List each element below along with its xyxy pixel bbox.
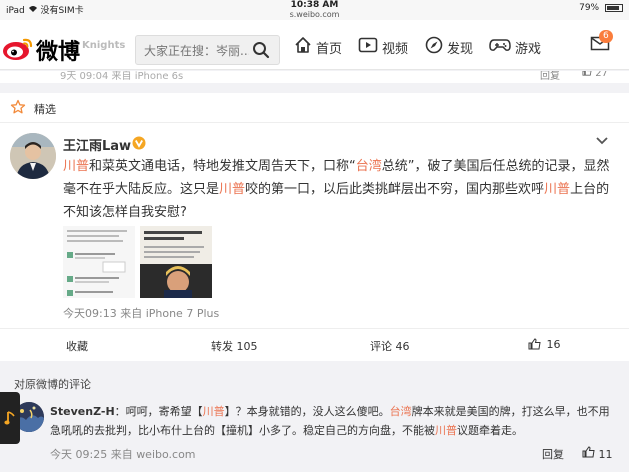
weibo-logo[interactable]: 微博 — [2, 34, 80, 66]
topic-link[interactable]: 川普 — [544, 182, 570, 197]
topic-link[interactable]: 台湾 — [390, 405, 412, 418]
like-button[interactable]: 16 — [528, 338, 561, 351]
comment-meta: 今天 09:25 来自 weibo.com — [50, 448, 196, 461]
home-icon — [294, 36, 316, 58]
previous-card-like-count: 27 — [595, 71, 608, 79]
nav-item-discover[interactable]: 发现 — [425, 36, 473, 58]
comments-header: 对原微博的评论 — [14, 378, 91, 391]
topic-link[interactable]: 川普 — [435, 424, 457, 437]
music-note-icon — [4, 410, 16, 430]
section-title: 精选 — [34, 103, 56, 116]
weibo-eye-icon — [2, 34, 34, 66]
discover-icon — [425, 36, 447, 58]
gamepad-icon — [489, 36, 515, 58]
comment-segment: ：呵呵，寄希望【 — [114, 405, 203, 418]
comment-segment: 】？本身就错的，没人这么傻吧。 — [224, 405, 390, 418]
repost-label: 转发 — [211, 340, 233, 353]
floating-music-button[interactable] — [0, 392, 20, 444]
comment-text: StevenZ-H：呵呵，寄希望【川普】？本身就错的，没人这么傻吧。台湾牌本来就… — [50, 402, 620, 440]
message-badge: 6 — [599, 30, 613, 43]
search-box — [135, 35, 280, 65]
clock: 10:38 AM — [290, 0, 339, 10]
star-icon — [10, 99, 26, 119]
repost-count: 105 — [236, 340, 258, 353]
status-bar: iPad 没有SIM卡 10:38 AM s.weibo.com 79% — [0, 0, 629, 20]
favorite-label: 收藏 — [66, 340, 88, 353]
battery-icon — [605, 3, 623, 12]
previous-card: 9天 09:04 来自 iPhone 6s 回复 27 — [0, 71, 629, 83]
comment-button[interactable]: 评论 46 — [370, 338, 410, 354]
post-text-segment: 和菜英文通电话，特地发推文周告天下，口称“ — [89, 159, 356, 174]
chevron-down-icon[interactable] — [595, 131, 609, 150]
comment-count: 46 — [395, 340, 410, 353]
nav-ghost-text: Knights — [82, 40, 126, 51]
search-icon[interactable] — [252, 41, 270, 63]
post-actions: 收藏 转发 105 评论 46 16 — [0, 328, 629, 361]
logo-text: 微博 — [36, 40, 81, 65]
comment-item: StevenZ-H：呵呵，寄希望【川普】？本身就错的，没人这么傻吧。台湾牌本来就… — [0, 394, 629, 472]
top-nav: 微博 Knights 首页 视频 发现 游戏 6 — [0, 20, 629, 70]
nav-label-games: 游戏 — [515, 41, 542, 57]
nav-label-video: 视频 — [382, 41, 409, 57]
vip-badge-icon — [132, 135, 146, 154]
favorite-button[interactable]: 收藏 — [66, 338, 88, 354]
topic-link[interactable]: 川普 — [219, 182, 245, 197]
comments-section: 对原微博的评论 StevenZ-H：呵呵，寄希望【川普】？本身就错的，没人这么傻… — [0, 361, 629, 472]
video-icon — [358, 36, 382, 58]
search-input[interactable] — [144, 41, 249, 61]
like-count: 16 — [546, 338, 561, 351]
section-header: 精选 — [0, 93, 629, 123]
page-url: s.weibo.com — [289, 10, 340, 19]
thumbs-up-icon — [582, 71, 595, 79]
message-button[interactable]: 6 — [590, 30, 613, 56]
topic-link[interactable]: 川普 — [203, 405, 225, 418]
nav-label-home: 首页 — [316, 41, 343, 57]
thumbs-up-icon — [582, 446, 599, 461]
comment-like-count: 11 — [598, 448, 613, 461]
comment-like-button[interactable]: 11 — [582, 446, 613, 461]
previous-card-likes[interactable]: 27 — [582, 71, 608, 79]
previous-card-meta: 9天 09:04 来自 iPhone 6s — [60, 71, 184, 82]
repost-button[interactable]: 转发 105 — [211, 338, 258, 354]
topic-link[interactable]: 台湾 — [356, 159, 382, 174]
thumbs-up-icon — [528, 338, 547, 351]
nav-item-home[interactable]: 首页 — [294, 36, 342, 58]
nav-item-games[interactable]: 游戏 — [489, 36, 541, 58]
weibo-post: 王江雨Law 川普和菜英文通电话，特地发推文周告天下，口称“台湾总统”，破了美国… — [0, 123, 629, 361]
author-name[interactable]: 王江雨Law — [63, 135, 131, 154]
author-avatar[interactable] — [10, 133, 56, 179]
status-right: 79% — [579, 3, 623, 13]
battery-percent: 79% — [579, 3, 600, 13]
post-text-segment: 咬的第一口，以后此类挑衅层出不穷，国内那些欢呼 — [245, 182, 545, 197]
nav-item-video[interactable]: 视频 — [358, 36, 408, 58]
nav-label-discover: 发现 — [447, 41, 474, 57]
commenter-name[interactable]: StevenZ-H — [50, 405, 115, 418]
post-text: 川普和菜英文通电话，特地发推文周告天下，口称“台湾总统”，破了美国后任总统的记录… — [63, 155, 619, 224]
post-meta: 今天09:13 来自 iPhone 7 Plus — [63, 307, 220, 320]
comment-segment: 议题牵着走。 — [457, 424, 523, 437]
status-center: 10:38 AM s.weibo.com — [0, 0, 629, 20]
comment-reply-button[interactable]: 回复 — [542, 446, 564, 462]
post-image-thumbnail[interactable] — [63, 226, 135, 298]
post-image-thumbnail[interactable] — [140, 226, 212, 298]
topic-link[interactable]: 川普 — [63, 159, 89, 174]
previous-card-reply[interactable]: 回复 — [540, 71, 560, 82]
comment-label: 评论 — [370, 340, 392, 353]
